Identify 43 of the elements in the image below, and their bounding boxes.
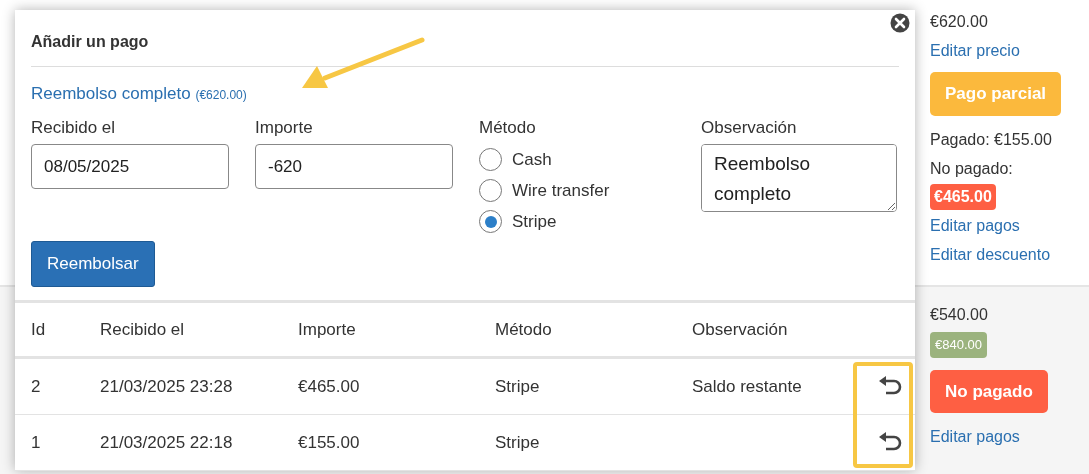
column-header: Importe xyxy=(298,318,357,341)
amount-text: No pagado: xyxy=(930,158,1013,179)
edit-link[interactable]: Editar precio xyxy=(930,37,1020,64)
status-label: No pagado xyxy=(930,369,1048,413)
column-header: Recibido el xyxy=(100,318,186,341)
refund-button[interactable]: Reembolsar xyxy=(31,241,155,287)
radio-button[interactable] xyxy=(479,148,502,171)
amount-badge: €840.00 xyxy=(930,332,987,358)
input-field[interactable]: 08/05/2025 xyxy=(31,144,229,189)
table-cell-text: €155.00 xyxy=(298,431,361,454)
refund-link[interactable]: Reembolso completo (€620.00) xyxy=(31,81,247,107)
field-label: Observación xyxy=(701,116,798,139)
dialog-title: Añadir un pago xyxy=(31,30,899,67)
field-label: Método xyxy=(479,116,537,139)
column-header: Observación xyxy=(692,318,789,341)
amount-badge: €465.00 xyxy=(930,183,996,210)
amount-text: Pagado: €155.00 xyxy=(930,129,1052,150)
radio-button[interactable] xyxy=(479,210,502,233)
edit-link[interactable]: Editar descuento xyxy=(930,240,1051,268)
table-cell-text: Saldo restante xyxy=(692,375,803,398)
column-header: Id xyxy=(31,318,47,341)
table-cell-text: 21/03/2025 22:18 xyxy=(100,431,234,454)
radio-label[interactable]: Wire transfer xyxy=(512,177,610,204)
amount-text: €540.00 xyxy=(930,305,988,325)
table-cell-text: Stripe xyxy=(495,431,541,454)
amount-text: €620.00 xyxy=(930,12,988,32)
note-field[interactable]: Reembolso completo xyxy=(701,144,897,212)
table-cell-text: €465.00 xyxy=(298,375,361,398)
table-cell-text: 1 xyxy=(31,431,42,454)
input-field[interactable]: -620 xyxy=(255,144,453,189)
radio-label[interactable]: Stripe xyxy=(512,208,557,235)
table-cell-text: 2 xyxy=(31,375,42,398)
table-cell-text: Stripe xyxy=(495,375,541,398)
close-button[interactable] xyxy=(890,13,910,33)
radio-button[interactable] xyxy=(479,179,502,202)
radio-label[interactable]: Cash xyxy=(512,146,552,173)
edit-link[interactable]: Editar pagos xyxy=(930,211,1020,239)
field-label: Recibido el xyxy=(31,116,117,139)
field-label: Importe xyxy=(255,116,314,139)
column-header: Método xyxy=(495,318,553,341)
table-cell-text: 21/03/2025 23:28 xyxy=(100,375,234,398)
status-label: Pago parcial xyxy=(930,72,1062,116)
edit-link[interactable]: Editar pagos xyxy=(930,423,1020,450)
